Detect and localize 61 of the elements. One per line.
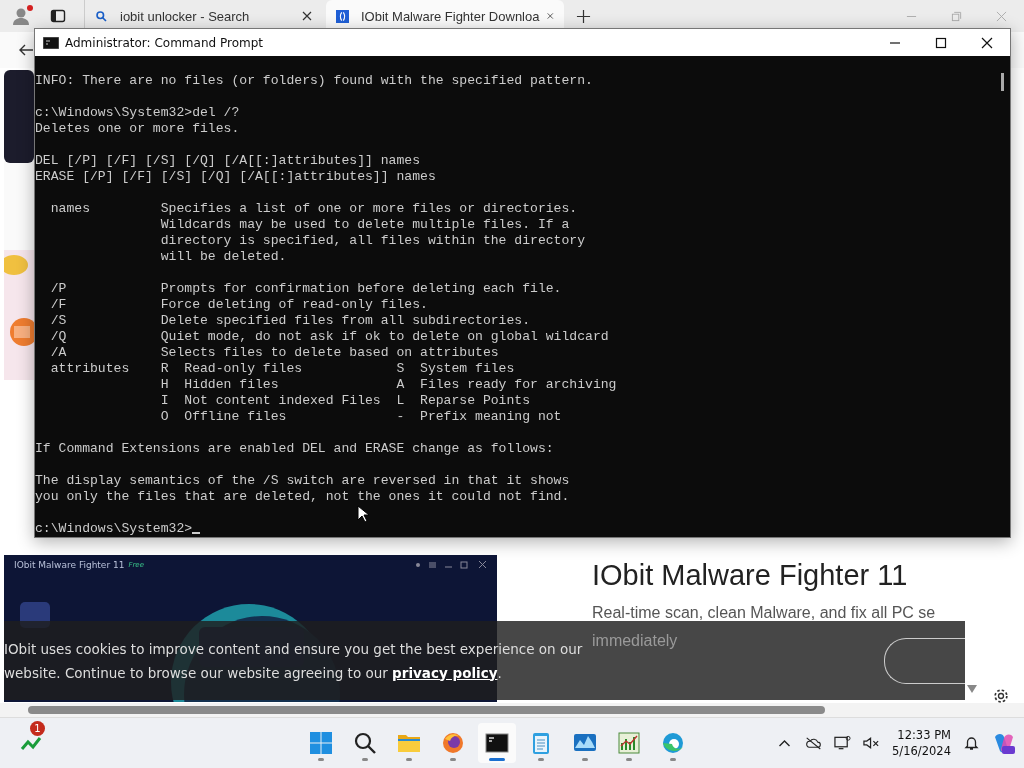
bell-icon[interactable] bbox=[963, 735, 980, 751]
tab-actions-icon[interactable] bbox=[50, 8, 66, 24]
bar-chart-icon bbox=[617, 731, 641, 755]
mouse-pointer-icon bbox=[357, 505, 369, 523]
close-icon[interactable] bbox=[981, 36, 993, 49]
console-line: /S Delete specified files from all subdirectories. bbox=[49, 313, 531, 329]
product-description: Real-time scan, clean Malware, and fix all PC se bbox=[592, 604, 936, 622]
back-icon[interactable] bbox=[18, 42, 34, 58]
time-text: 12:33 PM bbox=[897, 727, 951, 743]
site-logo-icon bbox=[336, 9, 349, 23]
console-line: INFO: There are no files (or folders) found with the specified pattern. bbox=[35, 73, 593, 89]
console-line: will be deleted. bbox=[159, 249, 287, 265]
console-line: Wildcards may be used to delete multiple files. If a bbox=[159, 217, 570, 233]
console-line: /F Force deleting of read-only files. bbox=[49, 297, 428, 313]
privacy-policy-link[interactable]: privacy policy bbox=[392, 664, 498, 681]
clock[interactable]: 12:33 PM 5/16/2024 bbox=[892, 727, 951, 759]
window-title: Administrator: Command Prompt bbox=[65, 35, 263, 50]
notification-badge: 1 bbox=[30, 721, 45, 736]
terminal-icon bbox=[485, 731, 509, 755]
product-description: immediately bbox=[592, 632, 678, 650]
console-line: /Q Quiet mode, do not ask if ok to delete on global wildcard bbox=[49, 329, 609, 345]
product-heading: IObit Malware Fighter 11 bbox=[592, 559, 909, 592]
console-line: If Command Extensions are enabled DEL and ERASE change as follows: bbox=[35, 441, 554, 457]
command-prompt: c:\Windows\System32> bbox=[35, 521, 193, 537]
display-icon[interactable] bbox=[834, 735, 852, 751]
scrollbar-thumb[interactable] bbox=[1001, 73, 1004, 91]
console-line: O Offline files - Prefix meaning not bbox=[159, 409, 562, 425]
console-line: /A Selects files to delete based on attributes bbox=[49, 345, 499, 361]
windows-logo-icon bbox=[309, 731, 333, 755]
search-icon bbox=[95, 9, 108, 23]
console-line: ERASE [/P] [/F] [/S] [/Q] [/A[[:]attributes]] names bbox=[35, 169, 436, 185]
app-title: IObit Malware Fighter 11 bbox=[14, 560, 125, 570]
terminal-taskbar-button[interactable] bbox=[478, 723, 516, 763]
fox-globe-icon bbox=[441, 731, 465, 755]
console-line: attributes R Read-only files S System files bbox=[49, 361, 515, 377]
search-icon bbox=[353, 731, 377, 755]
console-line: names Specifies a list of one or more files or directories. bbox=[49, 201, 578, 217]
console-line: /P Prompts for confirmation before deleting each file. bbox=[49, 281, 562, 297]
console-line: Deletes one or more files. bbox=[35, 121, 240, 137]
new-tab-icon[interactable] bbox=[576, 8, 591, 24]
date-text: 5/16/2024 bbox=[892, 743, 951, 759]
console-line: I Not content indexed Files L Reparse Points bbox=[159, 393, 531, 409]
console-line: you only the files that are deleted, not the ones it could not find. bbox=[35, 489, 570, 505]
text-cursor bbox=[192, 532, 201, 534]
maximize-icon[interactable] bbox=[935, 36, 947, 49]
copilot-icon[interactable] bbox=[992, 731, 1016, 755]
console-line: DEL [/P] [/F] [/S] [/Q] [/A[[:]attributes]] names bbox=[35, 153, 421, 169]
close-icon[interactable] bbox=[302, 11, 312, 21]
volume-muted-icon[interactable] bbox=[863, 735, 881, 751]
cloud-off-icon[interactable] bbox=[805, 735, 823, 751]
accept-button[interactable] bbox=[884, 637, 965, 684]
console-line: directory is specified, all files within the directory bbox=[159, 233, 586, 249]
window-controls-icon bbox=[413, 560, 489, 570]
cookie-notice: IObit uses cookies to improve content and ensure you get the best experience on our website. Continue to browse our website agreeing to our privacy policy. bbox=[4, 639, 584, 683]
console-line: c:\Windows\System32>del /? bbox=[35, 105, 240, 121]
console-line: H Hidden files A Files ready for archiving bbox=[159, 377, 617, 393]
console-line: The display semantics of the /S switch are reversed in that it shows bbox=[35, 473, 570, 489]
scroll-down-icon[interactable] bbox=[967, 685, 977, 693]
swirl-icon bbox=[661, 731, 685, 755]
profile-icon[interactable] bbox=[10, 4, 34, 28]
console-icon bbox=[43, 36, 59, 49]
